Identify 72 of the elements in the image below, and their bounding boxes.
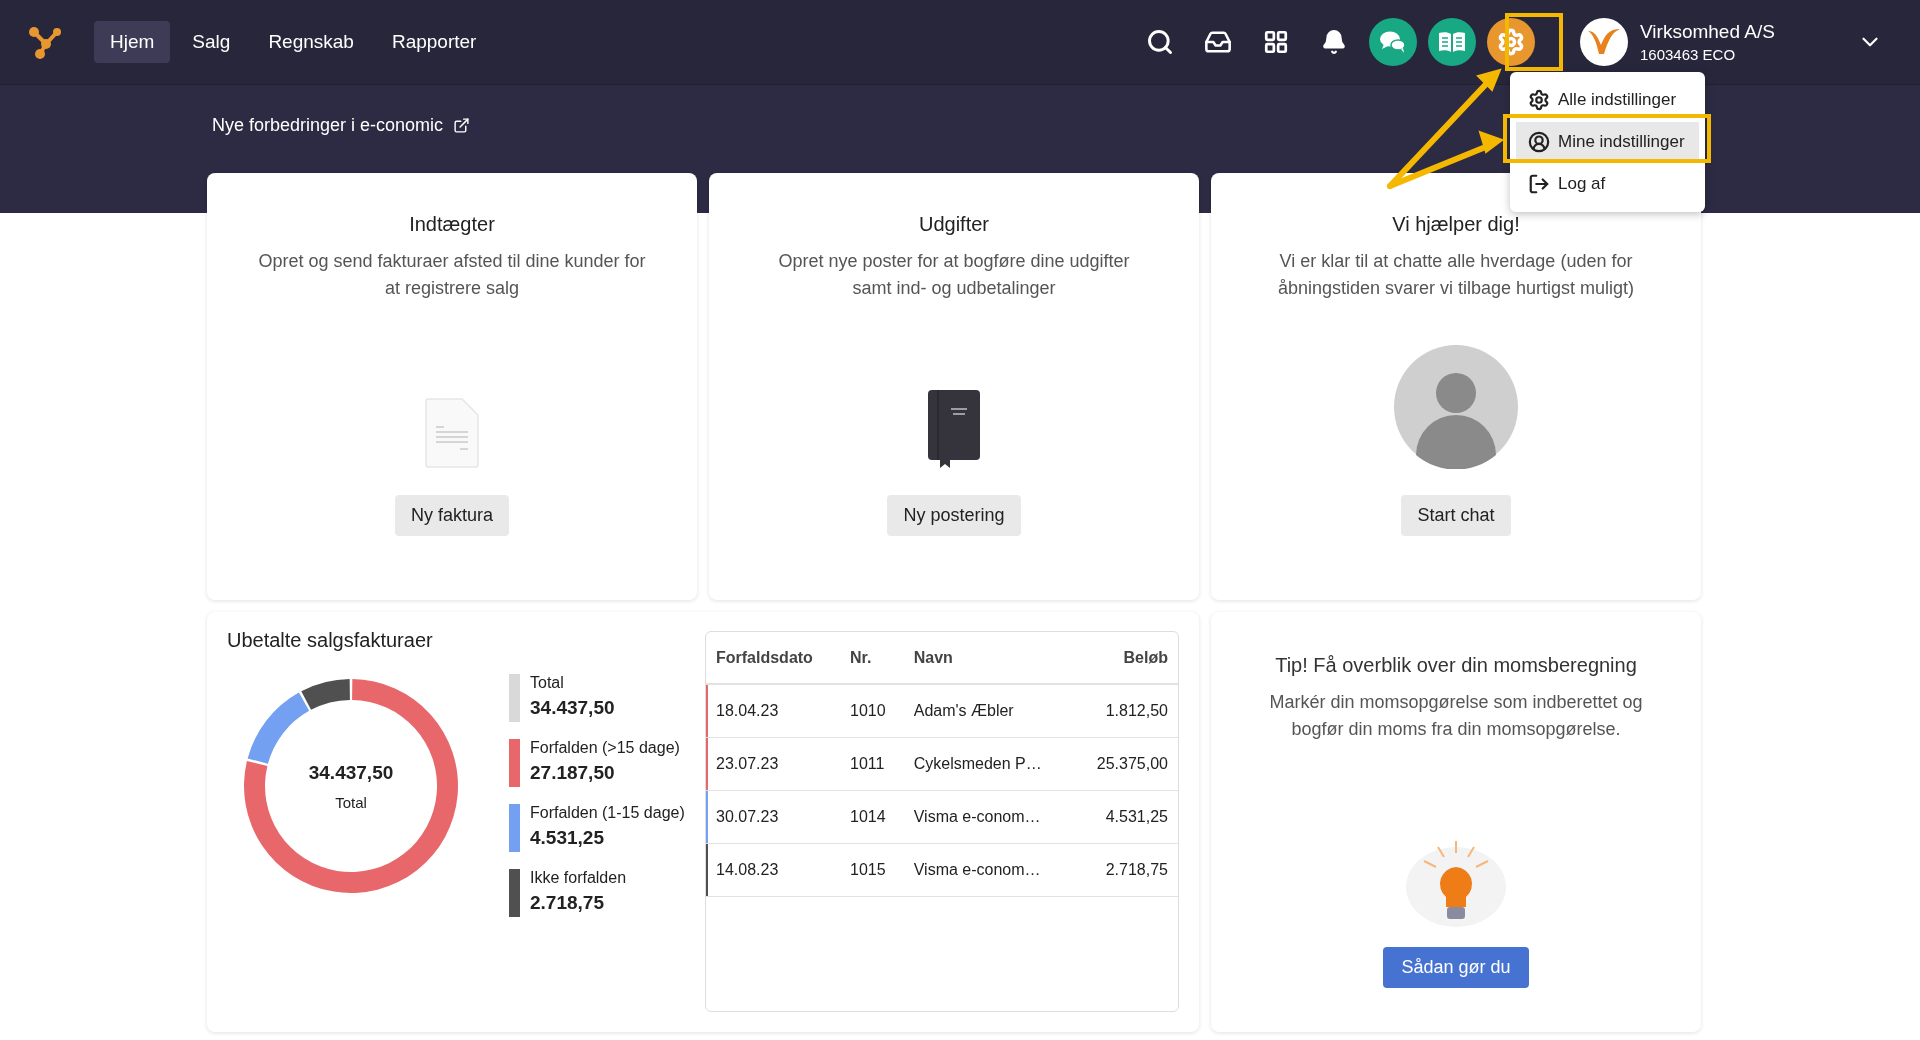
- table-cell: 1.812,50: [1073, 684, 1178, 737]
- action-button[interactable]: Start chat: [1401, 495, 1511, 536]
- table-cell: 14.08.23: [706, 843, 840, 896]
- book-icon: [927, 389, 981, 469]
- company-name: Virksomhed A/S: [1640, 21, 1776, 43]
- legend-value: 4.531,25: [530, 827, 605, 849]
- table-cell: 2.718,75: [1073, 843, 1178, 896]
- menu-item[interactable]: Alle indstillinger: [1516, 80, 1699, 120]
- company-logo[interactable]: [1580, 18, 1628, 66]
- bell-icon: [1321, 29, 1347, 55]
- legend-label: Total: [530, 674, 565, 692]
- announcement-link[interactable]: Nye forbedringer i e-conomic: [212, 115, 471, 136]
- table-cell: Visma e-conom…: [903, 790, 1074, 843]
- total-label: Total: [335, 793, 367, 811]
- book-button[interactable]: [1428, 18, 1476, 66]
- settings-button[interactable]: [1487, 18, 1535, 66]
- legend-value: 2.718,75: [530, 892, 605, 914]
- speech-bubbles-icon: [1379, 30, 1407, 54]
- gear-icon: [1528, 89, 1550, 111]
- table-cell: 18.04.23: [706, 684, 840, 737]
- logout-icon: [1528, 173, 1550, 195]
- table-cell: Cykelsmeden P…: [903, 737, 1074, 790]
- user-circle-icon: [1528, 131, 1550, 153]
- table-cell: 30.07.23: [706, 790, 840, 843]
- menu-item[interactable]: Log af: [1516, 164, 1699, 204]
- card-text: Opret nye poster for at bogføre dine udgifter samt ind- og udbetalinger: [777, 250, 1131, 300]
- card-text: Vi er klar til at chatte alle hverdage (uden for åbningstiden svarer vi tilbage hurtigst muligt): [1276, 250, 1636, 300]
- action-button[interactable]: Ny faktura: [395, 495, 509, 536]
- table-cell: 25.375,00: [1073, 737, 1178, 790]
- table-cell: Visma e-conom…: [903, 843, 1074, 896]
- card-title: Udgifter: [919, 213, 989, 236]
- tip-title: Tip! Få overblik over din momsberegning: [1275, 654, 1637, 677]
- column-header: Navn: [903, 632, 1074, 684]
- open-book-icon: [1437, 30, 1467, 54]
- nav-tab[interactable]: Salg: [176, 21, 247, 63]
- legend-label: Ikke forfalden: [530, 869, 627, 887]
- section-title: Ubetalte salgsfakturaer: [227, 629, 434, 652]
- table-cell: 1014: [840, 790, 904, 843]
- table-cell: 1010: [840, 684, 904, 737]
- inbox-icon: [1204, 28, 1232, 56]
- table-cell: 1011: [840, 737, 904, 790]
- nav-tab[interactable]: Rapporter: [375, 21, 493, 63]
- highlight-frame: [1505, 13, 1563, 71]
- company-id: 1603463 ECO: [1640, 46, 1737, 63]
- table-cell: Adam's Æbler: [903, 684, 1074, 737]
- menu-item[interactable]: Mine indstillinger: [1516, 122, 1699, 162]
- nav-tab[interactable]: Regnskab: [252, 21, 370, 63]
- legend-label: Forfalden (>15 dage): [530, 739, 680, 757]
- external-link-icon: [453, 117, 471, 134]
- card-title: Indtægter: [409, 213, 495, 236]
- grid-icon: [1263, 29, 1289, 55]
- tip-text: Markér din momsopgørelse som indberettet og bogfør din moms fra din momsopgørelse.: [1268, 691, 1644, 741]
- table-cell: 4.531,25: [1073, 790, 1178, 843]
- column-header: Beløb: [1073, 632, 1178, 684]
- table-cell: 1015: [840, 843, 904, 896]
- logo-icon[interactable]: [26, 24, 64, 60]
- search-icon: [1146, 28, 1174, 56]
- document-icon: [424, 397, 480, 469]
- how-to-button[interactable]: Sådan gør du: [1383, 947, 1529, 988]
- card-text: Opret og send fakturaer afsted til dine kunder for at registrere salg: [257, 250, 647, 300]
- settings-icon: [1497, 28, 1525, 56]
- column-header: Nr.: [840, 632, 904, 684]
- action-button[interactable]: Ny postering: [887, 495, 1021, 536]
- legend-value: 34.437,50: [530, 697, 615, 719]
- legend-label: Forfalden (1-15 dage): [530, 804, 685, 822]
- nav-tab[interactable]: Hjem: [94, 21, 171, 63]
- total-value: 34.437,50: [308, 761, 394, 784]
- table-cell: 23.07.23: [706, 737, 840, 790]
- chat-button[interactable]: [1369, 18, 1417, 66]
- legend-value: 27.187,50: [530, 762, 616, 784]
- card-title: Vi hjælper dig!: [1392, 213, 1520, 236]
- column-header: Forfaldsdato: [706, 632, 840, 684]
